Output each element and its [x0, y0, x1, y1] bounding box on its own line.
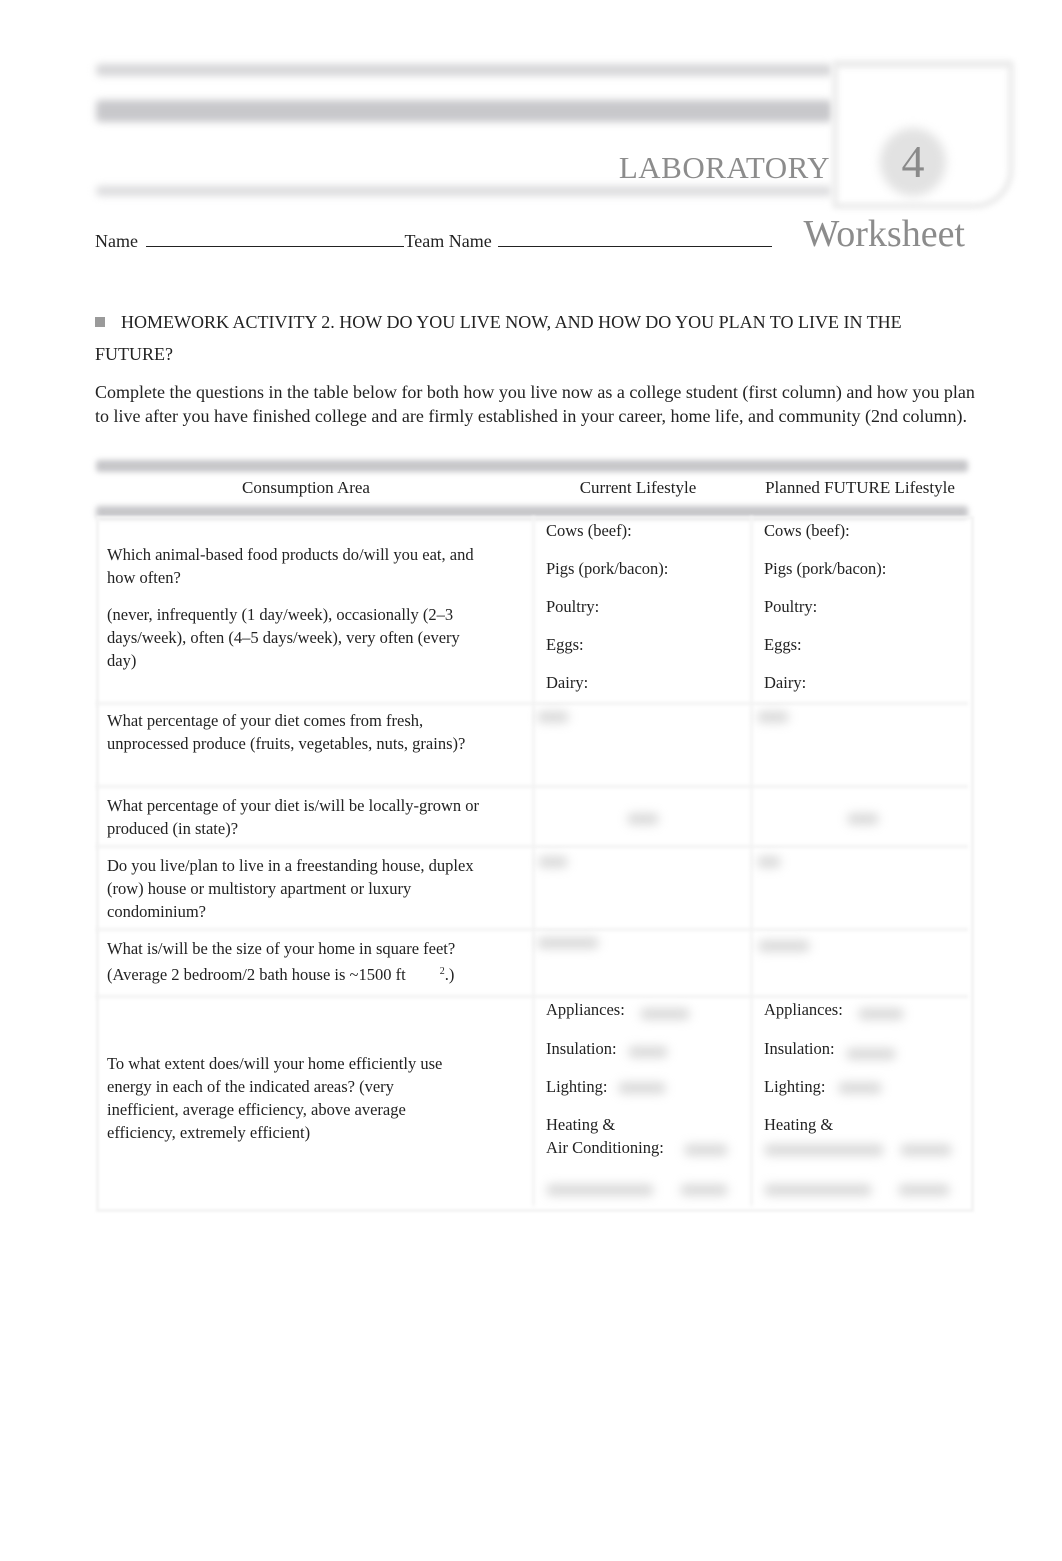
row-divider	[96, 702, 968, 705]
activity-title: HOMEWORK ACTIVITY 2. HOW DO YOU LIVE NOW…	[95, 312, 902, 364]
table-row-animal-products: Which animal-based food products do/will…	[107, 543, 492, 686]
question-text: What is/will be the size of your home in…	[107, 937, 492, 986]
answer-label: Air Conditioning:	[546, 1138, 664, 1157]
team-name-label: Team Name	[404, 231, 492, 251]
activity-instructions: Complete the questions in the table belo…	[95, 382, 975, 426]
blurred-answer[interactable]	[764, 1144, 884, 1156]
blurred-answer[interactable]	[898, 1184, 950, 1196]
table-row-home-size: What is/will be the size of your home in…	[107, 937, 492, 1000]
chapter-number: 4	[901, 136, 925, 187]
worksheet-label: Worksheet	[803, 213, 965, 255]
question-text: What percentage of your diet comes from …	[107, 711, 466, 753]
blurred-answer[interactable]	[684, 1144, 728, 1156]
answer-label: Eggs:	[764, 635, 802, 654]
blurred-answer[interactable]	[538, 856, 568, 868]
activity-heading: HOMEWORK ACTIVITY 2. HOW DO YOU LIVE NOW…	[95, 306, 975, 370]
blurred-answer[interactable]	[900, 1144, 952, 1156]
blurred-answer[interactable]	[838, 1082, 882, 1094]
answer-label: Heating &	[764, 1115, 834, 1134]
answer-label: Heating &	[546, 1115, 616, 1134]
question-text-main: What is/will be the size of your home in…	[107, 939, 456, 984]
answer-label: Lighting:	[546, 1077, 608, 1096]
column-header-current-lifestyle: Current Lifestyle	[579, 478, 697, 497]
blurred-answer[interactable]	[847, 813, 879, 825]
answer-label: Cows (beef):	[546, 521, 632, 540]
blurred-answer[interactable]	[628, 1046, 668, 1058]
answer-label: Cows (beef):	[764, 521, 850, 540]
name-label: Name	[95, 231, 138, 251]
laboratory-label: LABORATORY	[618, 150, 830, 185]
column-divider	[532, 516, 535, 1206]
question-note: (never, infrequently (1 day/week), occas…	[107, 605, 460, 670]
answer-label: Lighting:	[764, 1077, 826, 1096]
answer-label: Dairy:	[764, 673, 807, 692]
blurred-answer[interactable]	[537, 711, 569, 723]
table-row-energy-efficiency: To what extent does/will your home effic…	[107, 1052, 452, 1158]
blurred-answer[interactable]	[640, 1008, 690, 1020]
blurred-answer[interactable]	[764, 1184, 872, 1196]
question-text: What percentage of your diet is/will be …	[107, 796, 480, 838]
header-decor-bar	[96, 64, 832, 76]
name-input-line[interactable]	[146, 230, 405, 247]
answer-label: Pigs (pork/bacon):	[764, 559, 887, 578]
answer-label: Eggs:	[546, 635, 584, 654]
question-text: Which animal-based food products do/will…	[107, 545, 474, 587]
team-name-input-line[interactable]	[498, 230, 773, 247]
table-row-housing-type: Do you live/plan to live in a freestandi…	[107, 854, 492, 937]
answer-label: Appliances:	[546, 1000, 625, 1019]
header-decor-bar	[96, 100, 832, 122]
header-decor-bar	[96, 186, 832, 196]
blurred-answer[interactable]	[757, 856, 781, 868]
blurred-answer[interactable]	[546, 1184, 654, 1196]
answer-label: Pigs (pork/bacon):	[546, 559, 669, 578]
question-text: Do you live/plan to live in a freestandi…	[107, 856, 474, 921]
question-text: To what extent does/will your home effic…	[107, 1054, 443, 1142]
table-row-fresh-produce: What percentage of your diet comes from …	[107, 709, 492, 769]
question-text-suffix: .)	[444, 965, 455, 984]
answer-label: Poultry:	[546, 597, 600, 616]
answer-label: Dairy:	[546, 673, 589, 692]
blurred-answer[interactable]	[757, 711, 789, 723]
blurred-answer[interactable]	[537, 937, 599, 949]
blurred-answer[interactable]	[858, 1008, 904, 1020]
square-bullet-icon	[95, 317, 105, 327]
blurred-answer[interactable]	[618, 1082, 666, 1094]
answer-label: Insulation:	[546, 1039, 617, 1058]
table-row-local-food: What percentage of your diet is/will be …	[107, 794, 492, 854]
answer-label: Insulation:	[764, 1039, 835, 1058]
column-header-future-lifestyle: Planned FUTURE Lifestyle	[765, 478, 955, 497]
row-divider	[96, 785, 968, 788]
column-divider	[750, 516, 753, 1206]
blurred-answer[interactable]	[846, 1048, 896, 1060]
blurred-answer[interactable]	[627, 813, 659, 825]
table-header-rule	[96, 460, 968, 472]
answer-label: Poultry:	[764, 597, 818, 616]
blurred-answer[interactable]	[680, 1184, 728, 1196]
name-fields: Name Team Name	[95, 230, 773, 252]
column-header-consumption-area: Consumption Area	[242, 478, 370, 497]
blurred-answer[interactable]	[758, 940, 810, 952]
answer-label: Appliances:	[764, 1000, 843, 1019]
